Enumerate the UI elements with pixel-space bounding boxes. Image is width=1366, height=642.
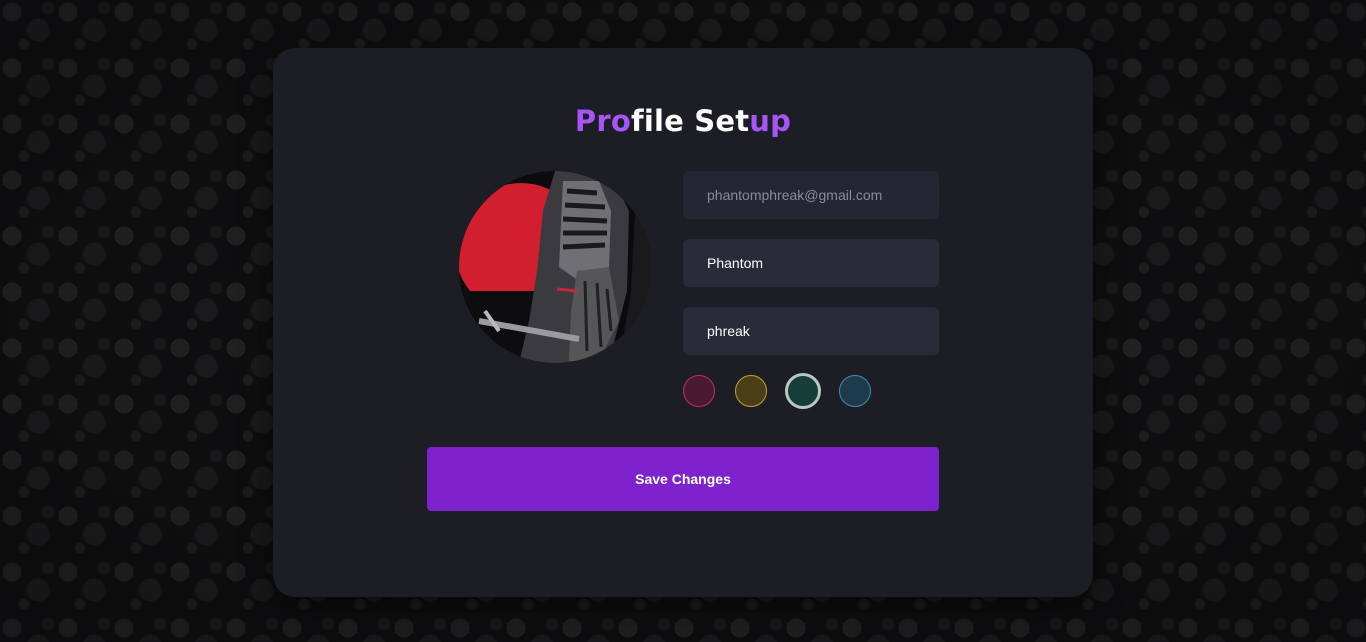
page-title: Profile Setup bbox=[273, 104, 1093, 138]
first-name-field[interactable] bbox=[683, 239, 939, 287]
color-swatch-gold[interactable] bbox=[735, 375, 767, 407]
title-part-2: file Set bbox=[631, 104, 750, 138]
profile-card: Profile Setup Save Changes bbox=[273, 48, 1093, 597]
color-swatch-teal-selected[interactable] bbox=[785, 373, 821, 409]
color-swatch-steel-blue[interactable] bbox=[839, 375, 871, 407]
color-swatch-crimson[interactable] bbox=[683, 375, 715, 407]
last-name-field[interactable] bbox=[683, 307, 939, 355]
avatar[interactable] bbox=[459, 171, 651, 363]
title-part-3: up bbox=[749, 104, 792, 138]
avatar-image bbox=[459, 171, 651, 363]
save-changes-button[interactable]: Save Changes bbox=[427, 447, 939, 511]
email-field[interactable] bbox=[683, 171, 939, 219]
title-part-1: Pro bbox=[574, 104, 631, 138]
